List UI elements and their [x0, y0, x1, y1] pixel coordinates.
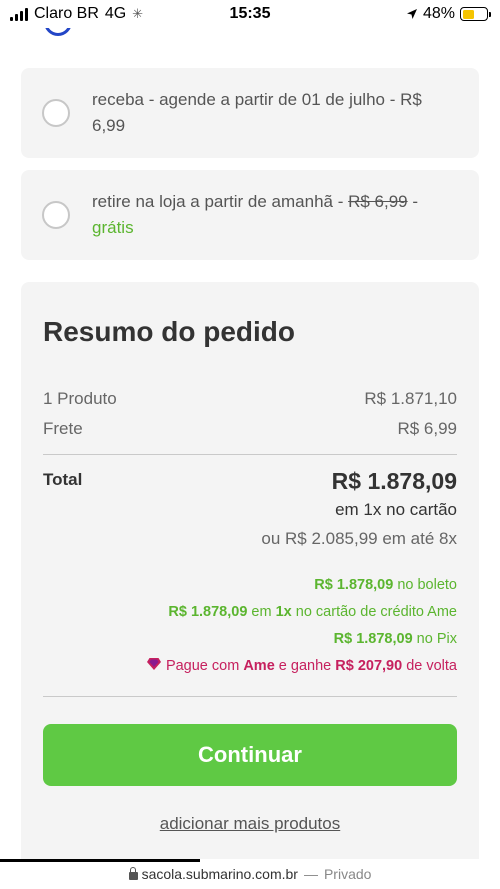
total-label: Total	[43, 470, 83, 489]
location-arrow-icon	[406, 9, 417, 19]
lock-icon	[128, 867, 138, 880]
boleto-label: no boleto	[393, 577, 457, 593]
ame-text-2: e ganhe	[274, 658, 336, 674]
radio-button[interactable]	[42, 201, 70, 229]
delivery-option-text: retire na loja a partir de amanhã -	[92, 192, 349, 211]
continue-button[interactable]: Continuar	[43, 724, 457, 786]
free-label: grátis	[92, 218, 134, 237]
page-load-progress	[0, 859, 200, 862]
battery-icon	[460, 7, 491, 21]
ame-text-3: de volta	[402, 658, 457, 674]
ame-brand: Ame	[243, 658, 275, 674]
boleto-price: R$ 1.878,09	[314, 577, 394, 593]
pix-promo: R$ 1.878,09 no Pix	[334, 631, 457, 647]
ame-heart-icon	[146, 658, 161, 670]
private-mode-label: Privado	[323, 866, 372, 882]
order-summary: Resumo do pedido 1 Produto R$ 1.871,10 F…	[21, 282, 479, 889]
ame-cashback-promo: Pague com Ame e ganhe R$ 207,90 de volta	[146, 657, 457, 674]
product-label: 1 Produto	[43, 389, 117, 408]
delivery-option-scheduled[interactable]: receba - agende a partir de 01 de julho …	[21, 68, 479, 158]
shipping-label: Frete	[43, 419, 83, 438]
shipping-row: Frete R$ 6,99	[43, 419, 457, 439]
card-price: R$ 1.878,09	[168, 604, 248, 620]
boleto-promo: R$ 1.878,09 no boleto	[314, 577, 457, 593]
divider	[43, 454, 457, 455]
add-more-products-link[interactable]: adicionar mais produtos	[21, 814, 479, 834]
old-price: R$ 6,99	[348, 192, 408, 211]
battery-percent: 48%	[422, 5, 455, 22]
summary-title: Resumo do pedido	[43, 316, 295, 347]
card-times: 1x	[275, 604, 292, 620]
product-value: R$ 1.871,10	[364, 389, 457, 408]
delivery-option-label: receba - agende a partir de 01 de julho …	[92, 87, 459, 139]
status-right: 48%	[406, 5, 491, 23]
signal-icon	[10, 7, 28, 21]
price-separator: -	[407, 192, 419, 211]
product-row: 1 Produto R$ 1.871,10	[43, 389, 457, 409]
browser-url-bar[interactable]: sacola.submarino.com.br — Privado	[0, 859, 500, 889]
ame-text-1: Pague com	[165, 658, 244, 674]
radio-button[interactable]	[42, 99, 70, 127]
installments-text: ou R$ 2.085,99 em até 8x	[261, 529, 457, 548]
card-label-1: em	[247, 604, 276, 620]
url-text: sacola.submarino.com.br	[141, 866, 298, 882]
delivery-option-pickup[interactable]: retire na loja a partir de amanhã - R$ 6…	[21, 170, 479, 260]
pix-label: no Pix	[412, 631, 457, 647]
status-left: Claro BR 4G ✳	[10, 5, 143, 23]
cash-payment-text: em 1x no cartão	[335, 500, 457, 519]
network-type: 4G	[104, 5, 127, 22]
delivery-option-text: receba - agende a partir de 01 de julho …	[92, 90, 422, 135]
pix-price: R$ 1.878,09	[333, 631, 413, 647]
total-value: R$ 1.878,09	[331, 468, 457, 494]
delivery-option-label: retire na loja a partir de amanhã - R$ 6…	[92, 189, 459, 241]
battery-level	[462, 9, 474, 19]
ame-cashback-value: R$ 207,90	[335, 658, 403, 674]
shipping-value: R$ 6,99	[397, 419, 457, 438]
card-label-2: no cartão de crédito Ame	[291, 604, 457, 620]
carrier-name: Claro BR	[34, 5, 99, 22]
activity-spinner-icon: ✳	[132, 6, 144, 21]
url-separator: —	[303, 866, 318, 882]
clock: 15:35	[229, 5, 271, 22]
divider	[43, 696, 457, 697]
status-bar: Claro BR 4G ✳ 15:35 48%	[0, 0, 500, 28]
card-promo: R$ 1.878,09 em 1x no cartão de crédito A…	[168, 604, 457, 620]
